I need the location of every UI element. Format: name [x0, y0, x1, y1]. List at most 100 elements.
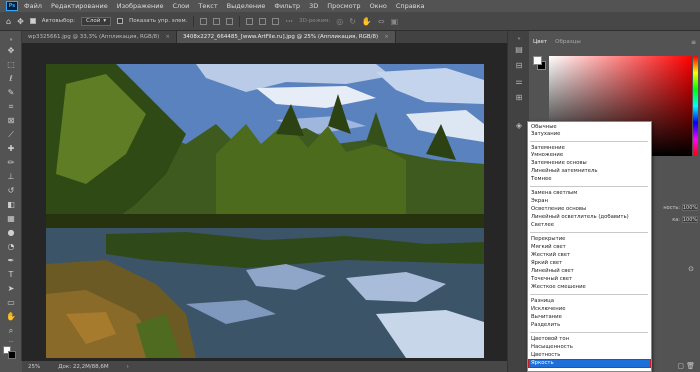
blend-exclusion[interactable]: Исключение: [531, 306, 565, 313]
pen-tool-icon[interactable]: ✒: [5, 255, 17, 266]
menu-window[interactable]: Окно: [370, 2, 387, 10]
menu-file[interactable]: Файл: [24, 2, 42, 10]
blend-hue[interactable]: Цветовой тон: [531, 336, 569, 343]
align-right-icon[interactable]: [226, 17, 234, 25]
hand-tool-icon[interactable]: ✋: [5, 311, 17, 322]
gradient-tool-icon[interactable]: ▦: [5, 213, 17, 224]
menu-filter[interactable]: Фильтр: [274, 2, 300, 10]
home-icon[interactable]: ⌂: [6, 17, 11, 26]
blend-pin-light[interactable]: Точечный свет: [531, 276, 572, 283]
close-icon[interactable]: ×: [384, 34, 389, 40]
slide-3d-icon[interactable]: ⇔: [378, 17, 385, 26]
move-tool-icon[interactable]: ✥: [5, 45, 17, 56]
foreground-swatch[interactable]: [533, 56, 542, 65]
tab-document-2[interactable]: 3408x2272_664485_[www.ArtFile.ru].jpg @ …: [176, 31, 396, 43]
menu-help[interactable]: Справка: [396, 2, 425, 10]
canvas-area[interactable]: [22, 43, 507, 361]
libraries-icon[interactable]: ⊞: [514, 93, 524, 103]
clone-stamp-tool-icon[interactable]: ⊥: [5, 171, 17, 182]
properties-icon[interactable]: ⊟: [514, 61, 524, 71]
eyedropper-tool-icon[interactable]: ⟋: [5, 129, 17, 140]
new-layer-icon[interactable]: ▢: [677, 362, 684, 370]
tab-swatches[interactable]: Образцы: [555, 39, 581, 49]
blend-difference[interactable]: Разница: [531, 298, 554, 305]
blend-normal[interactable]: Обычные: [531, 124, 557, 131]
blend-luminosity[interactable]: Яркость: [531, 360, 554, 367]
3d-cube-icon[interactable]: ◈: [514, 121, 524, 131]
blend-linear-light[interactable]: Линейный свет: [531, 268, 574, 275]
chevron-right-icon[interactable]: ›: [127, 364, 129, 370]
tab-color[interactable]: Цвет: [533, 39, 547, 49]
more-icon[interactable]: ···: [285, 17, 293, 26]
menu-select[interactable]: Выделение: [227, 2, 266, 10]
menu-edit[interactable]: Редактирование: [51, 2, 108, 10]
camera-3d-icon[interactable]: ▣: [391, 17, 399, 26]
blend-overlay[interactable]: Перекрытие: [531, 236, 565, 243]
crop-tool-icon[interactable]: ⌗: [5, 101, 17, 112]
blend-dissolve[interactable]: Затухание: [531, 131, 560, 138]
adjustments-icon[interactable]: ⚌: [514, 77, 524, 87]
hue-slider[interactable]: [693, 56, 698, 156]
dodge-tool-icon[interactable]: ◔: [5, 241, 17, 252]
align-left-icon[interactable]: [200, 17, 208, 25]
blend-lighten[interactable]: Замена светлым: [531, 190, 577, 197]
history-brush-tool-icon[interactable]: ↺: [5, 185, 17, 196]
panel-menu-icon[interactable]: ≡: [691, 39, 696, 46]
blend-color-dodge[interactable]: Осветление основы: [531, 206, 586, 213]
blend-mode-dropdown[interactable]: Обычные Затухание Затемнение Умножение З…: [527, 121, 652, 372]
blend-darken[interactable]: Затемнение: [531, 145, 565, 152]
menu-3d[interactable]: 3D: [309, 2, 318, 10]
align-middle-icon[interactable]: [259, 17, 267, 25]
blend-screen[interactable]: Экран: [531, 198, 548, 205]
document-image[interactable]: [46, 64, 484, 358]
blend-multiply[interactable]: Умножение: [531, 152, 563, 159]
opacity-input[interactable]: 100%: [682, 204, 698, 211]
background-color-swatch[interactable]: [8, 351, 16, 359]
align-top-icon[interactable]: [246, 17, 254, 25]
blend-hard-mix[interactable]: Жесткое смешение: [531, 284, 586, 291]
frame-tool-icon[interactable]: ⊠: [5, 115, 17, 126]
menu-layers[interactable]: Слои: [172, 2, 189, 10]
menu-image[interactable]: Изображение: [117, 2, 164, 10]
orbit-3d-icon[interactable]: ◎: [336, 17, 343, 26]
zoom-tool-icon[interactable]: ⌕: [5, 325, 17, 336]
quick-select-tool-icon[interactable]: ✎: [5, 87, 17, 98]
show-transform-checkbox[interactable]: [117, 18, 124, 24]
move-tool-icon[interactable]: ✥: [17, 17, 24, 26]
zoom-level[interactable]: 25%: [28, 364, 40, 370]
blend-linear-dodge[interactable]: Линейный осветлитель (добавить): [531, 214, 629, 221]
healing-brush-tool-icon[interactable]: ✚: [5, 143, 17, 154]
collapse-icon[interactable]: «: [514, 34, 524, 44]
blend-hard-light[interactable]: Жесткий свет: [531, 252, 570, 259]
tab-document-1[interactable]: wp3325661.jpg @ 33,3% (Аппликация, RGB/8…: [22, 31, 177, 43]
blend-saturation[interactable]: Насыщенность: [531, 344, 573, 351]
autoselect-checkbox[interactable]: [29, 18, 36, 24]
blend-darker-color[interactable]: Темнее: [531, 176, 551, 183]
align-center-icon[interactable]: [213, 17, 221, 25]
align-bottom-icon[interactable]: [272, 17, 280, 25]
marquee-tool-icon[interactable]: ⬚: [5, 59, 17, 70]
eraser-tool-icon[interactable]: ◧: [5, 199, 17, 210]
blend-soft-light[interactable]: Мягкий свет: [531, 244, 566, 251]
rectangle-tool-icon[interactable]: ▭: [5, 297, 17, 308]
blend-color[interactable]: Цветность: [531, 352, 560, 359]
blend-color-burn[interactable]: Затемнение основы: [531, 160, 587, 167]
blend-vivid-light[interactable]: Яркий свет: [531, 260, 562, 267]
blur-tool-icon[interactable]: ●: [5, 227, 17, 238]
pan-3d-icon[interactable]: ✋: [362, 17, 372, 26]
blend-lighter-color[interactable]: Светлее: [531, 222, 554, 229]
trash-icon[interactable]: 🗑: [686, 362, 695, 370]
fill-input[interactable]: 100%: [682, 216, 698, 223]
menu-view[interactable]: Просмотр: [327, 2, 360, 10]
history-icon[interactable]: ▤: [514, 45, 524, 55]
layer-visibility-icon[interactable]: ⊙: [688, 265, 694, 273]
menu-text[interactable]: Текст: [198, 2, 217, 10]
blend-linear-burn[interactable]: Линейный затемнитель: [531, 168, 598, 175]
close-icon[interactable]: ×: [165, 34, 170, 40]
type-tool-icon[interactable]: T: [5, 269, 17, 280]
blend-subtract[interactable]: Вычитание: [531, 314, 562, 321]
roll-3d-icon[interactable]: ↻: [349, 17, 356, 26]
blend-divide[interactable]: Разделить: [531, 322, 560, 329]
lasso-tool-icon[interactable]: ℓ: [5, 73, 17, 84]
path-select-tool-icon[interactable]: ➤: [5, 283, 17, 294]
